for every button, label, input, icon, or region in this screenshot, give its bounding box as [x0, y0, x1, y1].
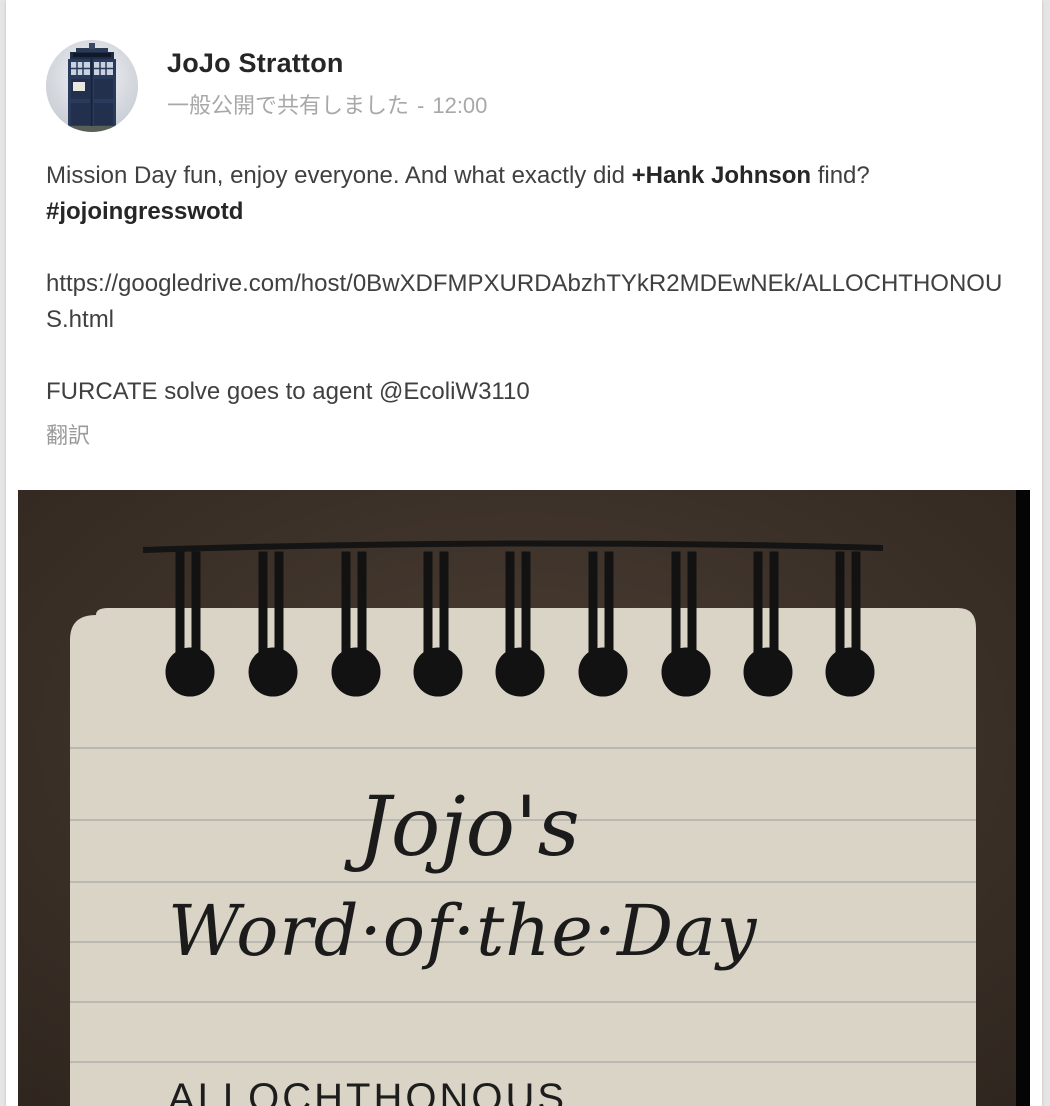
visibility-label[interactable]: 一般公開で共有しました	[167, 93, 409, 118]
post-text-line: Mission Day fun, enjoy everyone. And wha…	[46, 158, 1006, 194]
word-of-the-day: ALLOCHTHONOUS	[168, 1076, 568, 1106]
author-name[interactable]: JoJo Stratton	[167, 48, 344, 79]
post-body: Mission Day fun, enjoy everyone. And wha…	[46, 158, 1006, 410]
translate-link[interactable]: 翻訳	[46, 418, 90, 450]
author-avatar[interactable]	[46, 40, 138, 132]
post-meta: 一般公開で共有しました -12:00	[167, 88, 487, 120]
post-image[interactable]: Jojo's Word·of·the·Day ALLOCHTHONOUS	[18, 490, 1030, 1106]
post-text: find?	[811, 162, 870, 189]
meta-separator: -	[417, 93, 425, 118]
post-card: JoJo Stratton 一般公開で共有しました -12:00 Mission …	[6, 0, 1042, 1106]
solve-line: FURCATE solve goes to agent @EcoliW3110	[46, 378, 530, 405]
image-edge	[1016, 490, 1030, 1106]
image-subtitle: Word·of·the·Day	[168, 890, 758, 972]
image-title: Jojo's	[358, 780, 580, 875]
post-timestamp[interactable]: 12:00	[432, 93, 487, 118]
hashtag-link[interactable]: #jojoingresswotd	[46, 198, 243, 225]
drive-link[interactable]: https://googledrive.com/host/0BwXDFMPXUR…	[46, 266, 1006, 338]
police-box-icon	[46, 40, 138, 132]
post-text: Mission Day fun, enjoy everyone. And wha…	[46, 162, 632, 189]
mention-link[interactable]: +Hank Johnson	[632, 162, 811, 189]
